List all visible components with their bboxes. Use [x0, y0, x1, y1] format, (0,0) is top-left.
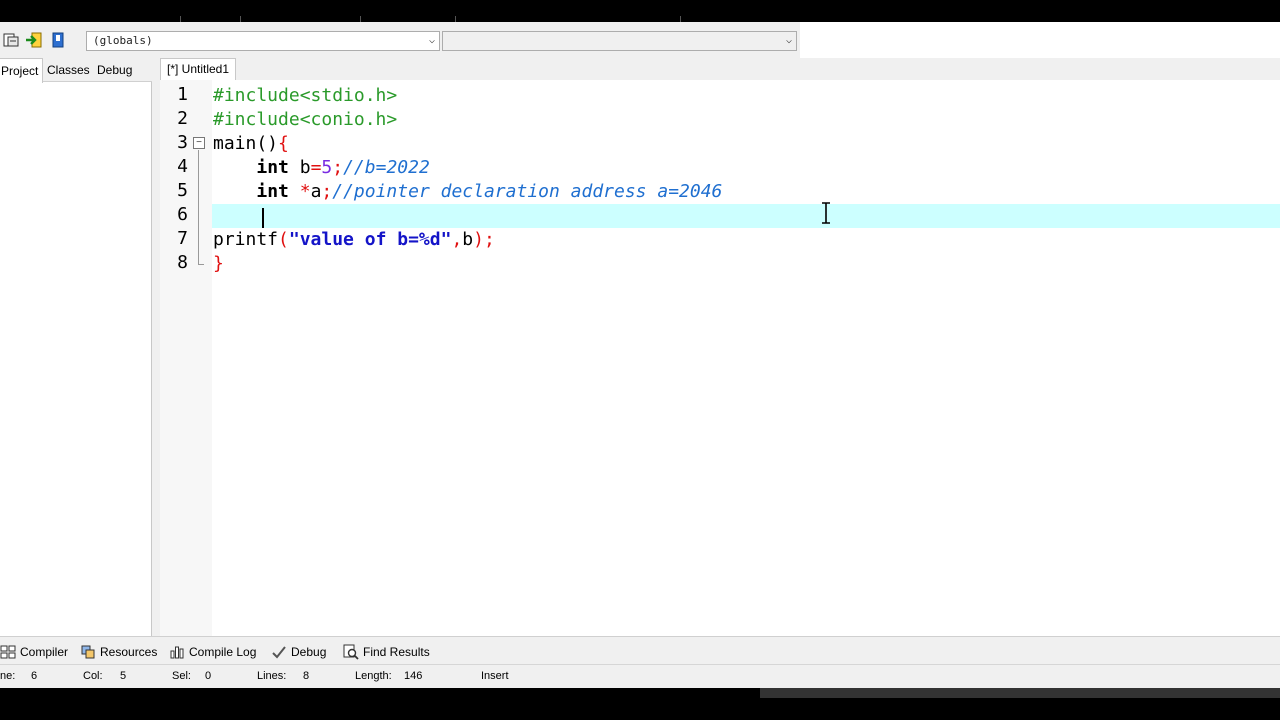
fold-line — [198, 150, 199, 265]
toolbar-empty-area — [800, 22, 1280, 58]
chevron-down-icon: ⌵ — [785, 35, 792, 46]
code-line: int *a;//pointer declaration address a=2… — [256, 181, 723, 202]
scope-combo-value: (globals) — [93, 34, 153, 47]
splitter[interactable] — [152, 58, 160, 636]
status-length-value: 146 — [404, 670, 423, 682]
ibeam-cursor-icon — [822, 202, 830, 224]
line-number: 3 — [177, 132, 188, 153]
status-sel-label: Sel: — [172, 670, 191, 682]
status-bar: ne: 6 Col: 5 Sel: 0 Lines: 8 Length: 146… — [0, 664, 1280, 688]
fold-end — [198, 264, 204, 265]
status-col-label: Col: — [83, 670, 103, 682]
tab-resources[interactable]: Resources — [80, 642, 157, 662]
compiler-grid-icon — [0, 645, 16, 659]
line-number: 1 — [177, 84, 188, 105]
check-icon — [272, 646, 286, 659]
line-number: 4 — [177, 156, 188, 177]
status-line-value: 6 — [31, 670, 38, 682]
top-black-bar — [0, 0, 1280, 22]
status-line-label: ne: — [0, 670, 16, 682]
line-number: 2 — [177, 108, 188, 129]
status-length-label: Length: — [355, 670, 392, 682]
code-line: int b=5;//b=2022 — [256, 157, 430, 178]
tab-classes[interactable]: Classes — [43, 58, 94, 82]
bookmark-icon[interactable] — [48, 30, 68, 50]
code-line: main(){ — [213, 133, 289, 154]
chevron-down-icon: ⌵ — [428, 35, 435, 46]
tab-debug[interactable]: Debug — [93, 58, 136, 82]
code-line: #include<stdio.h> — [213, 85, 398, 106]
line-number: 8 — [177, 252, 188, 273]
chart-icon — [170, 646, 184, 659]
line-number: 5 — [177, 180, 188, 201]
status-lines-value: 8 — [303, 670, 310, 682]
output-tabs: Compiler Resources Compile Log Debug Fin… — [0, 636, 1280, 664]
bottom-black-bar — [0, 688, 1280, 720]
code-line: } — [213, 253, 224, 274]
video-scroll-bar — [760, 688, 1280, 698]
left-panel-tabs: Project Classes Debug — [0, 58, 152, 83]
tab-compile-log[interactable]: Compile Log — [169, 642, 256, 662]
code-line: #include<conio.h> — [213, 109, 398, 130]
toolbar: (globals) ⌵ ⌵ — [0, 22, 1280, 58]
code-editor[interactable]: 1 2 3 4 5 6 7 8 − #include<stdio.h> #inc… — [160, 80, 1280, 636]
tab-find-results[interactable]: Find Results — [343, 642, 430, 662]
status-insert-mode: Insert — [481, 670, 509, 682]
editor-tabs: [*] Untitled1 — [160, 58, 1280, 80]
status-lines-label: Lines: — [257, 670, 287, 682]
line-number: 6 — [177, 204, 188, 225]
code-line: printf("value of b=%d",b); — [213, 229, 495, 250]
resources-icon — [81, 645, 95, 659]
fold-collapse-icon[interactable]: − — [193, 137, 205, 149]
tab-compiler[interactable]: Compiler — [0, 642, 68, 662]
text-caret — [262, 208, 264, 228]
goto-icon[interactable] — [24, 30, 44, 50]
status-sel-value: 0 — [205, 670, 212, 682]
tab-debug-output[interactable]: Debug — [271, 642, 326, 662]
scope-combo[interactable]: (globals) ⌵ — [86, 31, 440, 51]
find-icon — [343, 644, 359, 660]
project-panel: Project Classes Debug — [0, 58, 152, 636]
tab-project[interactable]: Project — [0, 58, 44, 83]
status-col-value: 5 — [120, 670, 127, 682]
member-combo[interactable]: ⌵ — [442, 31, 797, 51]
current-line-highlight — [212, 204, 1280, 228]
tab-untitled1[interactable]: [*] Untitled1 — [160, 58, 237, 80]
line-number: 7 — [177, 228, 188, 249]
class-browser-icon[interactable] — [1, 30, 21, 50]
